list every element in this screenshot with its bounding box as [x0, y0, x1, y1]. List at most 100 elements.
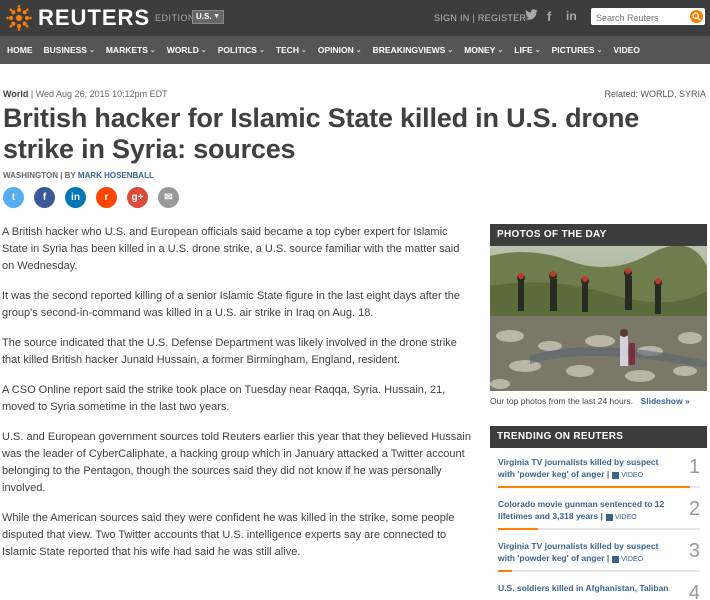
- reddit-share-icon[interactable]: r: [96, 187, 117, 208]
- sign-in-link[interactable]: SIGN IN: [434, 13, 470, 23]
- video-icon: [605, 513, 613, 521]
- nav-item-label: TECH: [275, 45, 299, 55]
- nav-item-breakingviews[interactable]: BREAKINGVIEWS ⌄: [373, 45, 454, 55]
- googleplus-share-icon[interactable]: g+: [127, 187, 148, 208]
- account-links: SIGN IN | REGISTER: [434, 13, 527, 23]
- video-label: VIDEO: [621, 472, 644, 479]
- photos-of-the-day-title: PHOTOS OF THE DAY: [490, 224, 707, 246]
- article-paragraph: A British hacker who U.S. and European o…: [2, 226, 460, 272]
- nav-item-label: LIFE: [514, 45, 533, 55]
- edition-value: U.S.: [196, 12, 212, 21]
- trending-item[interactable]: Colorado movie gunman sentenced to 12 li…: [490, 490, 707, 532]
- main-nav: HOME BUSINESS ⌄ MARKETS ⌄ WORLD ⌄ POLITICS ⌄ TECH…: [0, 36, 710, 64]
- photos-caption: Our top photos from the last 24 hours. S…: [490, 396, 707, 426]
- nav-item-home[interactable]: HOME: [7, 45, 33, 55]
- section-link[interactable]: World: [3, 89, 28, 99]
- article-dateline: | Wed Aug 26, 2015 10:12pm EDT: [30, 89, 168, 99]
- video-icon: [612, 471, 620, 479]
- nav-item-label: OPINION: [317, 45, 354, 55]
- nav-item-video[interactable]: VIDEO: [613, 45, 639, 55]
- slideshow-link[interactable]: Slideshow »: [641, 396, 690, 406]
- trending-rank: 3: [688, 540, 700, 562]
- trending-bar-track: [498, 570, 700, 572]
- trending-item-title[interactable]: Virginia TV journalists killed by suspec…: [498, 456, 673, 482]
- trending-item-title[interactable]: Colorado movie gunman sentenced to 12 li…: [498, 498, 673, 524]
- article-paragraph: It was the second reported killing of a …: [2, 290, 460, 319]
- chevron-down-icon: ⌄: [596, 47, 603, 54]
- nav-item-label: BREAKINGVIEWS: [372, 45, 446, 55]
- article-paragraph: A CSO Online report said the strike took…: [2, 384, 446, 413]
- chevron-down-icon: ▼: [213, 13, 220, 20]
- chevron-down-icon: ⌄: [497, 47, 504, 54]
- search-icon: [692, 12, 701, 21]
- nav-item-label: POLITICS: [217, 45, 257, 55]
- top-bar: REUTERS EDITION: U.S. ▼ SIGN IN | REGIST…: [0, 0, 710, 36]
- sidebar: PHOTOS OF THE DAY Our top photos from th…: [490, 224, 707, 600]
- trending-title: TRENDING ON REUTERS: [490, 426, 707, 448]
- article-paragraph: The source indicated that the U.S. Defen…: [2, 337, 457, 366]
- trending-box: TRENDING ON REUTERS Virginia TV journali…: [490, 426, 707, 600]
- register-link[interactable]: REGISTER: [478, 13, 526, 23]
- nav-item-markets[interactable]: MARKETS ⌄: [106, 45, 156, 55]
- trending-item-text: Colorado movie gunman sentenced to 12 li…: [498, 499, 665, 521]
- related-topics[interactable]: Related: WORLD, SYRIA: [604, 89, 706, 99]
- trending-item-title[interactable]: Virginia TV journalists killed by suspec…: [498, 540, 673, 566]
- nav-item-label: HOME: [7, 45, 33, 55]
- nav-item-opinion[interactable]: OPINION ⌄: [318, 45, 362, 55]
- trending-popularity-bar: [498, 570, 512, 572]
- video-tag[interactable]: VIDEO: [603, 513, 637, 521]
- trending-item[interactable]: Virginia TV journalists killed by suspec…: [490, 448, 707, 490]
- trending-item[interactable]: U.S. soldiers killed in Afghanistan, Tal…: [490, 574, 707, 600]
- nav-item-label: PICTURES: [551, 45, 595, 55]
- nav-item-money[interactable]: MONEY ⌄: [464, 45, 503, 55]
- trending-popularity-bar: [498, 486, 690, 488]
- video-label: VIDEO: [614, 514, 637, 521]
- chevron-down-icon: ⌄: [447, 47, 454, 54]
- email-share-icon[interactable]: ✉: [158, 187, 179, 208]
- chevron-down-icon: ⌄: [88, 47, 95, 54]
- nav-item-business[interactable]: BUSINESS ⌄: [44, 45, 95, 55]
- trending-list: Virginia TV journalists killed by suspec…: [490, 448, 707, 600]
- photo-of-the-day-image[interactable]: [490, 246, 707, 391]
- chevron-down-icon: ⌄: [355, 47, 362, 54]
- nav-item-pictures[interactable]: PICTURES ⌄: [552, 45, 603, 55]
- facebook-share-icon[interactable]: f: [34, 187, 55, 208]
- trending-rank: 4: [688, 582, 700, 600]
- byline: WASHINGTON | BY MARK HOSENBALL: [3, 171, 154, 180]
- trending-item[interactable]: Virginia TV journalists killed by suspec…: [490, 532, 707, 574]
- twitter-share-icon[interactable]: t: [3, 187, 24, 208]
- trending-rank: 1: [688, 456, 700, 478]
- article-paragraph: While the American sources said they wer…: [2, 512, 455, 558]
- trending-popularity-bar: [498, 528, 538, 530]
- twitter-icon[interactable]: [525, 9, 538, 24]
- nav-item-politics[interactable]: POLITICS ⌄: [218, 45, 265, 55]
- facebook-icon[interactable]: f: [547, 9, 551, 24]
- chevron-down-icon: ⌄: [200, 47, 207, 54]
- linkedin-icon[interactable]: in: [566, 9, 577, 23]
- nav-item-tech[interactable]: TECH ⌄: [276, 45, 307, 55]
- search-button[interactable]: [690, 10, 703, 23]
- video-tag[interactable]: VIDEO: [609, 471, 644, 479]
- reuters-logo[interactable]: REUTERS: [6, 5, 150, 31]
- article-kicker: World | Wed Aug 26, 2015 10:12pm EDT: [3, 89, 168, 99]
- article-body: A British hacker who U.S. and European o…: [2, 224, 472, 574]
- nav-item-life[interactable]: LIFE ⌄: [514, 45, 540, 55]
- edition-select[interactable]: U.S. ▼: [192, 10, 224, 24]
- search-input[interactable]: [591, 9, 681, 27]
- video-icon: [612, 555, 620, 563]
- nav-item-world[interactable]: WORLD ⌄: [167, 45, 207, 55]
- author-link[interactable]: MARK HOSENBALL: [78, 171, 154, 180]
- nav-item-label: MONEY: [464, 45, 496, 55]
- chevron-down-icon: ⌄: [534, 47, 541, 54]
- photos-caption-text: Our top photos from the last 24 hours.: [490, 396, 634, 406]
- video-label: VIDEO: [621, 556, 644, 563]
- trending-rank: 2: [688, 498, 700, 520]
- article-paragraph: U.S. and European government sources tol…: [2, 431, 471, 494]
- trending-item-text: U.S. soldiers killed in Afghanistan, Tal…: [498, 583, 669, 593]
- nav-item-label: VIDEO: [613, 45, 640, 55]
- video-tag[interactable]: VIDEO: [609, 555, 644, 563]
- linkedin-share-icon[interactable]: in: [65, 187, 86, 208]
- chevron-down-icon: ⌄: [149, 47, 156, 54]
- trending-item-title[interactable]: U.S. soldiers killed in Afghanistan, Tal…: [498, 582, 673, 594]
- article-headline: British hacker for Islamic State killed …: [3, 103, 640, 164]
